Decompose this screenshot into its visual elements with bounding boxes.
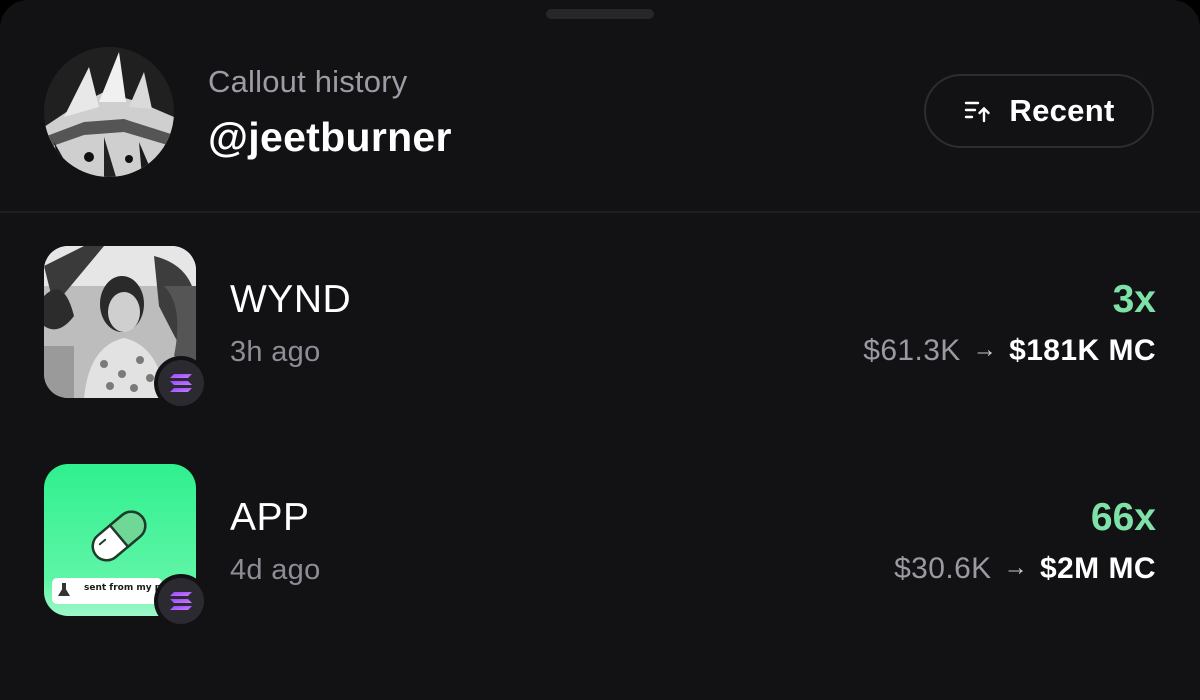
callout-row[interactable]: WYND 3h ago 3x $61.3K → $181K MC [0,220,1200,420]
mc-from: $30.6K [894,552,992,585]
chain-badge [154,574,208,628]
sort-button-label: Recent [1009,93,1115,128]
arrow-right-icon: → [972,336,998,363]
page-subtitle: Callout history [208,64,408,99]
sheet-grabber[interactable] [546,9,654,19]
token-ticker: WYND [230,278,352,321]
solana-icon [170,592,192,610]
gain-multiplier: 66x [1090,496,1156,539]
market-cap-change: $61.3K → $181K MC [863,334,1156,368]
market-cap-change: $30.6K → $2M MC [894,552,1156,586]
avatar[interactable] [44,47,174,177]
solana-icon [170,374,192,392]
mc-unit: MC [1108,552,1156,585]
arrow-right-icon: → [1003,554,1028,581]
header-divider [0,211,1200,213]
chain-badge [154,356,208,410]
callout-row[interactable]: sent from my pump APP 4d ago 66x $30.6K … [0,438,1200,638]
username-title: @jeetburner [208,114,452,160]
mc-to: $181K [1009,334,1100,367]
sort-recent-button[interactable]: Recent [924,74,1154,148]
token-ticker: APP [230,496,310,539]
callout-time: 3h ago [230,336,321,368]
mc-to: $2M [1039,552,1100,585]
mc-unit: MC [1108,334,1156,367]
sort-ascending-icon [965,101,991,123]
gain-multiplier: 3x [1112,278,1156,321]
mc-from: $61.3K [863,334,961,367]
callout-time: 4d ago [230,554,321,586]
callout-history-sheet: Callout history @jeetburner Recent WYND … [0,0,1200,700]
